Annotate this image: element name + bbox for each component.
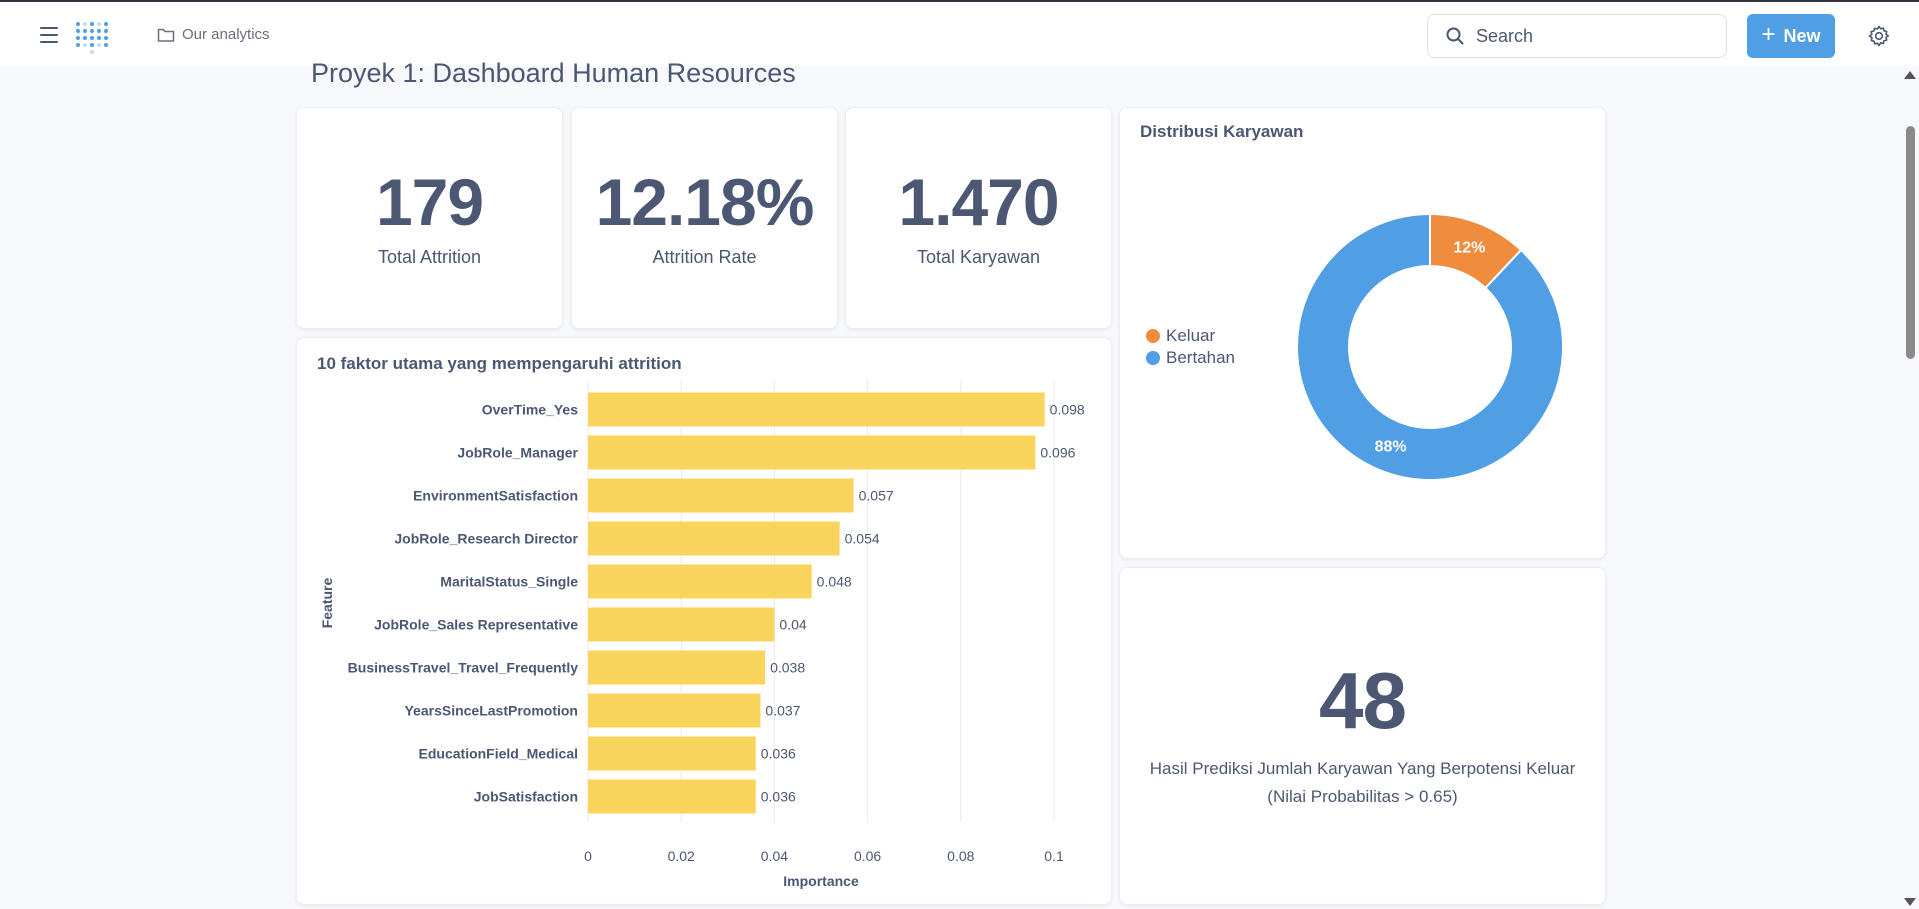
data-label: 0.037 xyxy=(765,703,800,719)
bar-chart: 0 0.02 0.04 0.06 0.08 0.1 OverTime_Yes 0.098 Job… xyxy=(319,380,1085,889)
legend-label: Bertahan xyxy=(1166,348,1235,367)
bar xyxy=(588,607,775,642)
x-tick-label: 0.06 xyxy=(854,848,881,864)
new-button[interactable]: + New xyxy=(1747,14,1835,58)
bar xyxy=(588,521,840,556)
data-label: 0.096 xyxy=(1040,445,1075,461)
prediction-label-line1: Hasil Prediksi Jumlah Karyawan Yang Berp… xyxy=(1149,759,1576,778)
data-label: 0.057 xyxy=(859,488,894,504)
scroll-up-arrow-icon[interactable] xyxy=(1904,71,1916,79)
slice-label: 12% xyxy=(1453,240,1485,257)
breadcrumb-collection[interactable]: Our analytics xyxy=(157,26,270,43)
legend-item-bertahan[interactable]: Bertahan xyxy=(1146,347,1235,369)
search-box[interactable] xyxy=(1427,14,1727,58)
x-tick-label: 0.04 xyxy=(761,848,788,864)
kpi-value: 179 xyxy=(375,164,484,239)
kpi-label: Attrition Rate xyxy=(652,246,757,267)
kpi-card-attrition-rate[interactable]: 12.18% Attrition Rate xyxy=(571,107,838,329)
prediction-label: Hasil Prediksi Jumlah Karyawan Yang Berp… xyxy=(1150,755,1576,811)
kpi-value: 1.470 xyxy=(898,164,1059,239)
y-tick-label: EnvironmentSatisfaction xyxy=(413,488,578,504)
data-label: 0.036 xyxy=(761,746,796,762)
legend-item-keluar[interactable]: Keluar xyxy=(1146,325,1235,347)
kpi-label: Total Karyawan xyxy=(916,246,1041,267)
bar xyxy=(588,650,766,685)
gear-icon[interactable] xyxy=(1867,24,1891,48)
x-tick-label: 0 xyxy=(584,848,592,864)
new-button-label: New xyxy=(1783,25,1821,46)
prediction-card[interactable]: 48 Hasil Prediksi Jumlah Karyawan Yang B… xyxy=(1119,567,1606,905)
bar xyxy=(588,478,854,513)
y-tick-label: MaritalStatus_Single xyxy=(440,574,578,590)
menu-icon[interactable] xyxy=(40,27,58,43)
data-label: 0.038 xyxy=(770,660,805,676)
y-tick-label: OverTime_Yes xyxy=(482,402,578,418)
data-label: 0.048 xyxy=(817,574,852,590)
y-tick-label: JobRole_Research Director xyxy=(394,531,578,547)
bar xyxy=(588,736,756,771)
y-tick-label: YearsSinceLastPromotion xyxy=(404,703,578,719)
x-tick-label: 0.08 xyxy=(947,848,974,864)
legend-swatch xyxy=(1146,329,1160,343)
plus-icon: + xyxy=(1761,21,1776,48)
dashboard-title: Proyek 1: Dashboard Human Resources xyxy=(311,58,796,88)
kpi-value: 12.18% xyxy=(595,164,815,239)
legend-swatch xyxy=(1146,351,1160,365)
y-tick-label: JobSatisfaction xyxy=(474,789,578,805)
y-tick-label: JobRole_Sales Representative xyxy=(374,617,578,633)
kpi-card-total-attrition[interactable]: 179 Total Attrition xyxy=(296,107,563,329)
donut-legend: Keluar Bertahan xyxy=(1146,325,1235,369)
slice-label: 88% xyxy=(1375,438,1407,455)
top-navigation-bar: Our analytics + New xyxy=(0,0,1919,66)
kpi-card-total-karyawan[interactable]: 1.470 Total Karyawan xyxy=(845,107,1112,329)
y-tick-label: BusinessTravel_Travel_Frequently xyxy=(348,660,579,676)
bar xyxy=(588,392,1045,427)
x-tick-label: 0.02 xyxy=(668,848,695,864)
prediction-label-line2: (Nilai Probabilitas > 0.65) xyxy=(1267,787,1458,806)
bar-chart-card[interactable]: 10 faktor utama yang mempengaruhi attrit… xyxy=(296,337,1112,905)
data-label: 0.054 xyxy=(845,531,880,547)
search-icon xyxy=(1446,27,1464,45)
data-label: 0.098 xyxy=(1050,402,1085,418)
metabase-logo[interactable] xyxy=(74,18,112,56)
bar xyxy=(588,693,761,728)
breadcrumb-label: Our analytics xyxy=(182,26,270,43)
data-label: 0.04 xyxy=(779,617,806,633)
bar xyxy=(588,564,812,599)
search-input[interactable] xyxy=(1476,25,1696,47)
bar xyxy=(588,779,756,814)
kpi-label: Total Attrition xyxy=(377,246,482,267)
folder-icon xyxy=(157,28,175,42)
y-tick-label: JobRole_Manager xyxy=(457,445,578,461)
prediction-value: 48 xyxy=(1319,656,1407,745)
pie-slice xyxy=(1296,212,1564,481)
y-tick-label: EducationField_Medical xyxy=(419,746,578,762)
legend-label: Keluar xyxy=(1166,326,1216,345)
scroll-down-arrow-icon[interactable] xyxy=(1904,898,1916,906)
scrollbar-thumb[interactable] xyxy=(1906,126,1915,359)
x-axis-label: Importance xyxy=(783,873,859,889)
bar xyxy=(588,435,1036,470)
y-axis-label: Feature xyxy=(319,578,335,629)
data-label: 0.036 xyxy=(761,789,796,805)
x-tick-label: 0.1 xyxy=(1044,848,1064,864)
